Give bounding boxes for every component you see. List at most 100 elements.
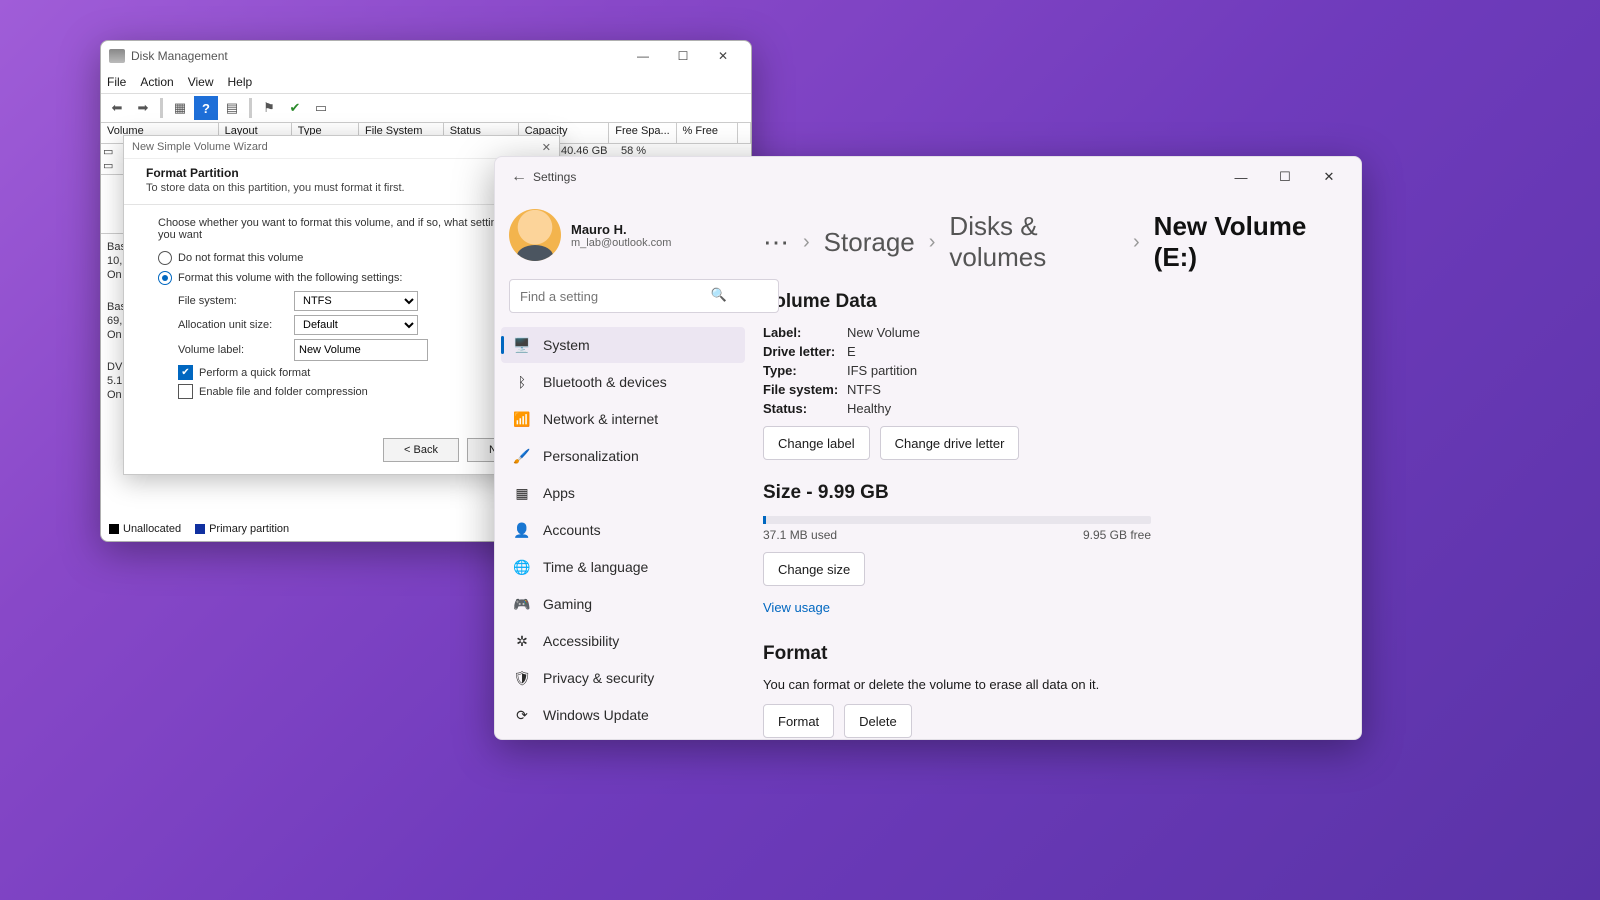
kv-key: Status:	[763, 401, 847, 416]
view-icon[interactable]: ▤	[220, 96, 244, 120]
back-icon[interactable]: ←	[505, 168, 533, 186]
breadcrumb-disks-volumes[interactable]: Disks & volumes	[949, 211, 1119, 273]
sidebar-item-label: Accounts	[543, 522, 601, 538]
settings-window: ← Settings — ☐ ✕ Mauro H. m_lab@outlook.…	[494, 156, 1362, 740]
label-volume-label: Volume label:	[178, 344, 294, 356]
volume-label-input[interactable]	[294, 339, 428, 361]
sidebar-item-label: Accessibility	[543, 633, 619, 649]
heading-volume-data: Volume Data	[763, 291, 1333, 313]
nav-icon: 🛡	[513, 670, 531, 687]
close-button[interactable]: ✕	[1307, 162, 1351, 192]
radio-do-not-format[interactable]: Do not format this volume	[158, 251, 525, 265]
back-icon[interactable]: ⬅	[105, 96, 129, 120]
dm-title: Disk Management	[131, 49, 228, 63]
user-profile[interactable]: Mauro H. m_lab@outlook.com	[501, 205, 745, 275]
back-button[interactable]: < Back	[383, 438, 459, 462]
search-icon[interactable]: 🔍	[711, 287, 727, 303]
size-free: 9.95 GB free	[1083, 528, 1151, 542]
checkbox-icon: ✔	[178, 365, 193, 380]
volume-data-row: Drive letter:E	[763, 344, 1333, 359]
delete-button[interactable]: Delete	[844, 704, 912, 738]
change-size-button[interactable]: Change size	[763, 552, 865, 586]
sidebar-item-bluetooth-devices[interactable]: ᛒBluetooth & devices	[501, 364, 745, 400]
volume-icon: ▭	[103, 145, 113, 158]
sidebar-item-privacy-security[interactable]: 🛡Privacy & security	[501, 660, 745, 696]
radio-format-volume[interactable]: Format this volume with the following se…	[158, 271, 525, 285]
allocation-select[interactable]: Default	[294, 315, 418, 335]
sidebar-item-label: Gaming	[543, 596, 592, 612]
wizard-subheading: To store data on this partition, you mus…	[146, 182, 537, 194]
nav-icon: 👤	[513, 522, 531, 539]
sidebar-item-apps[interactable]: ▦Apps	[501, 475, 745, 511]
properties-icon[interactable]: ▦	[168, 96, 192, 120]
breadcrumb-more[interactable]: ⋯	[763, 227, 789, 258]
kv-value: E	[847, 344, 856, 359]
maximize-button[interactable]: ☐	[1263, 162, 1307, 192]
nav-icon: 🖌️	[513, 448, 531, 465]
kv-value: Healthy	[847, 401, 891, 416]
breadcrumb-current: New Volume (E:)	[1154, 211, 1333, 273]
menu-view[interactable]: View	[188, 75, 214, 89]
nav-icon: 🎮	[513, 596, 531, 613]
minimize-button[interactable]: —	[1219, 162, 1263, 192]
nav-icon: 📶	[513, 411, 531, 428]
col-pctfree[interactable]: % Free	[677, 123, 738, 143]
menu-file[interactable]: File	[107, 75, 126, 89]
usage-bar	[763, 516, 1151, 524]
radio-label-no: Do not format this volume	[178, 252, 303, 264]
radio-icon	[158, 271, 172, 285]
settings-main: ⋯ › Storage › Disks & volumes › New Volu…	[751, 197, 1361, 739]
nav-icon: 🖥️	[513, 337, 531, 354]
list-icon[interactable]: ▭	[309, 96, 333, 120]
sidebar-item-accounts[interactable]: 👤 Accounts	[501, 512, 745, 548]
volume-data-row: Type:IFS partition	[763, 363, 1333, 378]
sidebar-item-accessibility[interactable]: ✲Accessibility	[501, 623, 745, 659]
close-icon[interactable]: ✕	[542, 141, 551, 154]
sidebar-item-time-language[interactable]: 🌐Time & language	[501, 549, 745, 585]
unallocated-swatch	[109, 524, 119, 534]
view-usage-link[interactable]: View usage	[763, 600, 830, 615]
wizard-heading: Format Partition	[146, 166, 239, 180]
dm-titlebar[interactable]: Disk Management — ☐ ✕	[101, 41, 751, 71]
breadcrumb-storage[interactable]: Storage	[824, 227, 915, 258]
forward-icon[interactable]: ➡	[131, 96, 155, 120]
kv-key: Type:	[763, 363, 847, 378]
change-drive-letter-button[interactable]: Change drive letter	[880, 426, 1020, 460]
heading-size: Size - 9.99 GB	[763, 482, 1333, 504]
toolbar-separator	[160, 98, 163, 118]
sidebar-item-network-internet[interactable]: 📶Network & internet	[501, 401, 745, 437]
primary-swatch	[195, 524, 205, 534]
search-input[interactable]	[509, 279, 779, 313]
sidebar-item-windows-update[interactable]: ⟳Windows Update	[501, 697, 745, 733]
col-free[interactable]: Free Spa...	[609, 123, 676, 143]
check-icon[interactable]: ✔	[283, 96, 307, 120]
menu-help[interactable]: Help	[228, 75, 253, 89]
wizard-prompt: Choose whether you want to format this v…	[158, 217, 525, 241]
maximize-button[interactable]: ☐	[663, 44, 703, 68]
sidebar-item-system[interactable]: 🖥️System	[501, 327, 745, 363]
settings-nav: 🖥️SystemᛒBluetooth & devices📶Network & i…	[501, 327, 745, 733]
settings-sidebar: Mauro H. m_lab@outlook.com 🔍 🖥️SystemᛒBl…	[495, 197, 751, 739]
refresh-icon[interactable]: ⚑	[257, 96, 281, 120]
volume-data-row: Status:Healthy	[763, 401, 1333, 416]
chevron-right-icon: ›	[803, 231, 810, 254]
checkbox-compression[interactable]: Enable file and folder compression	[178, 384, 525, 399]
label-allocation: Allocation unit size:	[178, 319, 294, 331]
legend-primary: Primary partition	[209, 523, 289, 535]
menu-action[interactable]: Action	[140, 75, 173, 89]
wizard-titlebar[interactable]: New Simple Volume Wizard ✕	[124, 136, 559, 159]
close-button[interactable]: ✕	[703, 44, 743, 68]
kv-key: Label:	[763, 325, 847, 340]
sidebar-item-gaming[interactable]: 🎮 Gaming	[501, 586, 745, 622]
nav-icon: ⟳	[513, 707, 531, 724]
format-button[interactable]: Format	[763, 704, 834, 738]
change-label-button[interactable]: Change label	[763, 426, 870, 460]
filesystem-select[interactable]: NTFS	[294, 291, 418, 311]
sidebar-item-personalization[interactable]: 🖌️Personalization	[501, 438, 745, 474]
checkbox-quick-format[interactable]: ✔ Perform a quick format	[178, 365, 525, 380]
help-icon[interactable]: ?	[194, 96, 218, 120]
label-filesystem: File system:	[178, 295, 294, 307]
minimize-button[interactable]: —	[623, 44, 663, 68]
kv-value: IFS partition	[847, 363, 917, 378]
settings-titlebar[interactable]: ← Settings — ☐ ✕	[495, 157, 1361, 197]
